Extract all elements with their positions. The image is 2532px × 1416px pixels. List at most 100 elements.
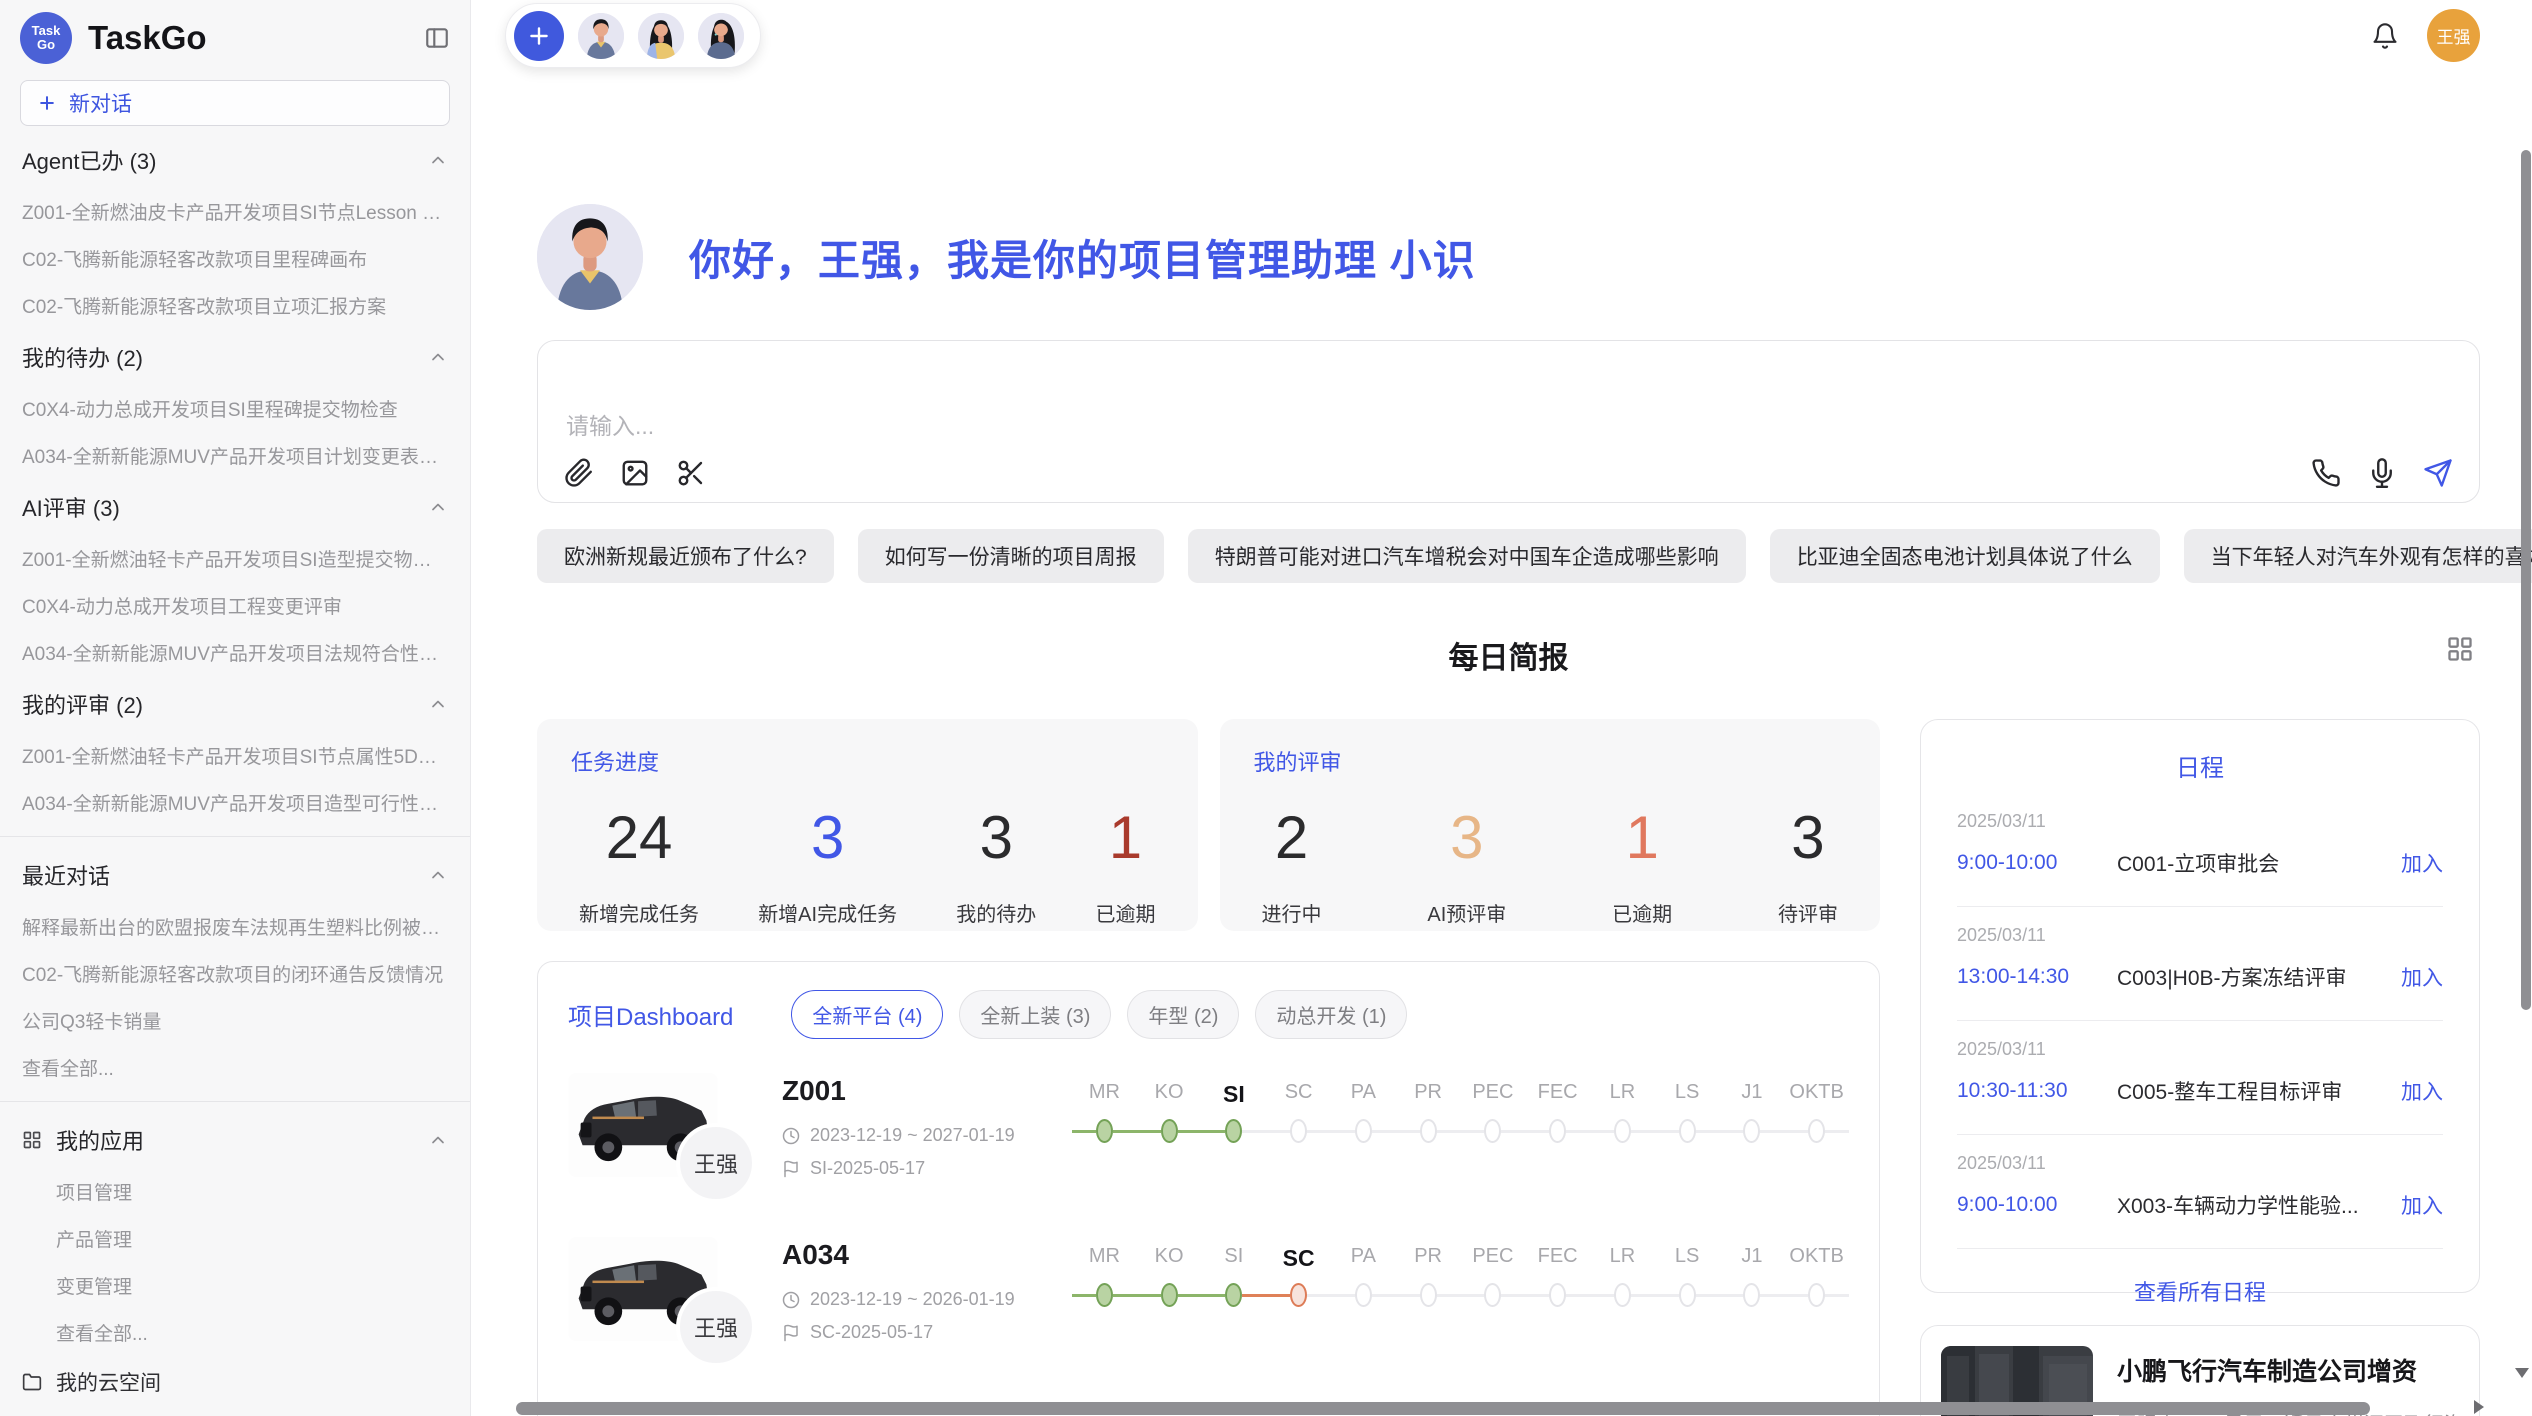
suggestion-chip[interactable]: 欧洲新规最近颁布了什么?: [537, 529, 834, 583]
sidebar-divider: [0, 836, 470, 837]
sidebar-item[interactable]: C02-飞腾新能源轻客改款项目里程碑画布: [20, 235, 450, 282]
agent-avatar-3[interactable]: [698, 13, 744, 59]
add-agent-button[interactable]: [514, 11, 564, 61]
milestone-stage-pr: PR: [1396, 1081, 1461, 1149]
card-title: 我的评审: [1254, 745, 1847, 777]
milestone-stage-si: SI: [1202, 1245, 1267, 1313]
stat-new-ai-done: 3 新增AI完成任务: [758, 803, 897, 927]
sidebar-item[interactable]: A034-全新新能源MUV产品开发项目计划变更表编写: [20, 432, 450, 479]
milestone-stage-j1: J1: [1720, 1245, 1785, 1313]
sidebar: Task Go TaskGo 新对话 Agent已办 (3) Z001-全新燃油…: [0, 0, 471, 1416]
recent-chat-item[interactable]: 公司Q3轻卡销量: [20, 997, 450, 1044]
vertical-scrollbar[interactable]: [2521, 150, 2531, 1010]
section-header-recent-chats[interactable]: 最近对话: [20, 847, 450, 903]
milestone-stage-pr: PR: [1396, 1245, 1461, 1313]
sidebar-item-favorites[interactable]: 我的收藏: [20, 1408, 450, 1416]
milestone-stage-mr: MR: [1072, 1245, 1137, 1313]
app-item-change-mgmt[interactable]: 变更管理: [20, 1262, 450, 1309]
milestone-stage-ls: LS: [1655, 1081, 1720, 1149]
send-icon[interactable]: [2423, 458, 2453, 488]
scroll-right-arrow[interactable]: [2474, 1400, 2484, 1414]
microphone-icon[interactable]: [2367, 458, 2397, 488]
project-row-z001[interactable]: 王强 Z001 2023-12-19 ~ 2027-01-19 SI-2025-…: [568, 1073, 1849, 1203]
layout-grid-icon[interactable]: [2446, 635, 2474, 663]
sidebar-item[interactable]: A034-全新新能源MUV产品开发项目法规符合性评审: [20, 629, 450, 676]
top-bar: 王强: [537, 3, 2480, 68]
paperclip-icon[interactable]: [564, 458, 594, 488]
schedule-item: 2025/03/11 9:00-10:00 C001-立项审批会 加入: [1957, 793, 2443, 907]
app-item-product-mgmt[interactable]: 产品管理: [20, 1215, 450, 1262]
view-all-schedule-link[interactable]: 查看所有日程: [1957, 1275, 2443, 1307]
join-meeting-link[interactable]: 加入: [2401, 1190, 2443, 1220]
collapse-sidebar-icon[interactable]: [424, 25, 450, 51]
schedule-date: 2025/03/11: [1957, 925, 2443, 946]
schedule-event-name: C005-整车工程目标评审: [2117, 1076, 2385, 1106]
join-meeting-link[interactable]: 加入: [2401, 962, 2443, 992]
view-all-apps-link[interactable]: 查看全部...: [20, 1309, 450, 1356]
section-header-my-apps[interactable]: 我的应用: [20, 1112, 450, 1168]
grid-icon: [22, 1130, 42, 1150]
agent-avatars-bar: [505, 3, 761, 68]
suggestion-chip[interactable]: 比亚迪全固态电池计划具体说了什么: [1770, 529, 2160, 583]
dashboard-header: 项目Dashboard 全新平台 (4) 全新上装 (3) 年型 (2) 动总开…: [568, 990, 1849, 1039]
sidebar-item[interactable]: C02-飞腾新能源轻客改款项目立项汇报方案: [20, 282, 450, 329]
filter-model-year[interactable]: 年型 (2): [1127, 990, 1239, 1039]
scissors-icon[interactable]: [676, 458, 706, 488]
sidebar-item-cloud-space[interactable]: 我的云空间: [20, 1356, 450, 1408]
filter-new-platform[interactable]: 全新平台 (4): [791, 990, 943, 1039]
recent-chat-item[interactable]: C02-飞腾新能源轻客改款项目的闭环通告反馈情况: [20, 950, 450, 997]
logo-text-line2: Go: [37, 38, 55, 52]
new-chat-button[interactable]: 新对话: [20, 80, 450, 126]
project-milestone-flag: SI-2025-05-17: [782, 1158, 1072, 1179]
phone-icon[interactable]: [2311, 458, 2341, 488]
app-logo: Task Go: [20, 12, 72, 64]
section-header-ai-review[interactable]: AI评审 (3): [20, 479, 450, 535]
project-code: Z001: [782, 1075, 1072, 1107]
section-header-my-todo[interactable]: 我的待办 (2): [20, 329, 450, 385]
schedule-date: 2025/03/11: [1957, 1039, 2443, 1060]
section-header-my-review[interactable]: 我的评审 (2): [20, 676, 450, 732]
agent-avatar-1[interactable]: [578, 13, 624, 59]
milestone-stage-fec: FEC: [1525, 1245, 1590, 1313]
dashboard-filters: 全新平台 (4) 全新上装 (3) 年型 (2) 动总开发 (1): [791, 990, 1407, 1039]
dashboard-title: 项目Dashboard: [568, 997, 733, 1032]
milestone-stage-lr: LR: [1590, 1245, 1655, 1313]
sidebar-item[interactable]: C0X4-动力总成开发项目SI里程碑提交物检查: [20, 385, 450, 432]
plus-icon: [526, 23, 552, 49]
app-item-project-mgmt[interactable]: 项目管理: [20, 1168, 450, 1215]
suggestion-chip[interactable]: 特朗普可能对进口汽车增税会对中国车企造成哪些影响: [1188, 529, 1746, 583]
filter-new-body[interactable]: 全新上装 (3): [959, 990, 1111, 1039]
view-all-chats-link[interactable]: 查看全部...: [20, 1044, 450, 1091]
milestone-stage-ls: LS: [1655, 1245, 1720, 1313]
user-avatar[interactable]: 王强: [2427, 9, 2480, 62]
horizontal-scrollbar[interactable]: [516, 1402, 2370, 1415]
filter-powertrain[interactable]: 动总开发 (1): [1255, 990, 1407, 1039]
recent-chat-item[interactable]: 解释最新出台的欧盟报废车法规再生塑料比例被调至15%...: [20, 903, 450, 950]
input-placeholder: 请输入...: [566, 407, 654, 441]
sidebar-item[interactable]: A034-全新新能源MUV产品开发项目造型可行性评审: [20, 779, 450, 826]
sidebar-item[interactable]: Z001-全新燃油轻卡产品开发项目SI节点属性5D文件评审: [20, 732, 450, 779]
milestone-track: MRKOSISCPAPRPECFECLRLSJ1OKTB: [1072, 1245, 1849, 1313]
milestone-stage-pa: PA: [1331, 1245, 1396, 1313]
plus-icon: [37, 93, 57, 113]
chat-input-box[interactable]: 请输入...: [537, 340, 2480, 503]
section-header-agent-done[interactable]: Agent已办 (3): [20, 132, 450, 188]
suggestion-chip[interactable]: 如何写一份清晰的项目周报: [858, 529, 1164, 583]
schedule-time: 9:00-10:00: [1957, 1193, 2117, 1217]
sidebar-item[interactable]: Z001-全新燃油皮卡产品开发项目SI节点Lesson Learn报告: [20, 188, 450, 235]
stat-in-progress: 2 进行中: [1262, 803, 1322, 927]
my-review-card: 我的评审 2 进行中 3 AI预评审 1: [1220, 719, 1881, 931]
image-icon[interactable]: [620, 458, 650, 488]
join-meeting-link[interactable]: 加入: [2401, 848, 2443, 878]
agent-avatar-2[interactable]: [638, 13, 684, 59]
chevron-up-icon: [428, 347, 448, 367]
suggestion-chip[interactable]: 当下年轻人对汽车外观有怎样的喜好趋势: [2184, 529, 2532, 583]
join-meeting-link[interactable]: 加入: [2401, 1076, 2443, 1106]
project-row-a034[interactable]: 王强 A034 2023-12-19 ~ 2026-01-19 SC-2025-…: [568, 1237, 1849, 1367]
notification-bell-icon[interactable]: [2371, 22, 2399, 50]
taskgo-app: Task Go TaskGo 新对话 Agent已办 (3) Z001-全新燃油…: [0, 0, 2532, 1416]
scroll-down-arrow[interactable]: [2515, 1368, 2529, 1378]
sidebar-item[interactable]: C0X4-动力总成开发项目工程变更评审: [20, 582, 450, 629]
milestone-stage-oktb: OKTB: [1784, 1245, 1849, 1313]
sidebar-item[interactable]: Z001-全新燃油轻卡产品开发项目SI造型提交物评审: [20, 535, 450, 582]
